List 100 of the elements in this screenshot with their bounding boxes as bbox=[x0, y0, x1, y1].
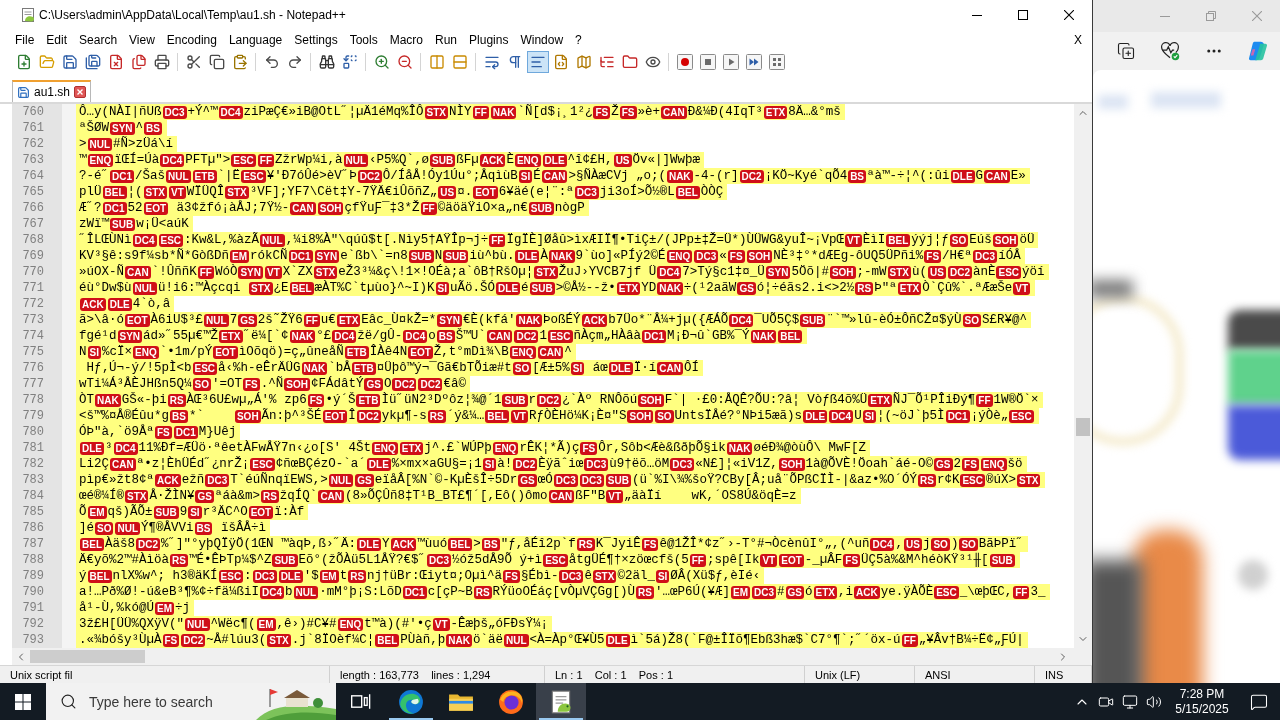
menu-item[interactable]: File bbox=[9, 30, 41, 50]
control-character: DC2 bbox=[136, 537, 161, 551]
control-character: SOH bbox=[746, 249, 773, 263]
control-character: NUL bbox=[204, 313, 229, 327]
code-text: é bbox=[521, 280, 529, 296]
line-number: 780 bbox=[22, 424, 44, 440]
taskbar-button[interactable] bbox=[536, 683, 586, 720]
search-box[interactable]: Type here to search bbox=[46, 683, 336, 720]
menu-item[interactable]: ? bbox=[569, 30, 588, 50]
control-character: NUL bbox=[293, 585, 319, 599]
control-character: GS bbox=[934, 457, 953, 471]
control-character: ACK bbox=[479, 153, 506, 167]
heart-pulse-icon[interactable] bbox=[1160, 41, 1180, 61]
control-character: ENQ bbox=[509, 345, 536, 359]
menu-item[interactable]: Plugins bbox=[463, 30, 515, 50]
line-number: 785 bbox=[22, 504, 44, 520]
control-character: NUL bbox=[132, 281, 158, 295]
code-text: eŽ3³¼&ç\!1×!OÉà;a`ôB†RšOµ¦ bbox=[338, 264, 534, 280]
control-character: ACK bbox=[854, 585, 880, 599]
line-number: 771 bbox=[22, 280, 44, 296]
close-document-button[interactable]: X bbox=[1070, 30, 1086, 50]
line-number: 792 bbox=[22, 616, 44, 632]
control-character: DC4 bbox=[218, 105, 243, 119]
code-text: ¯UÕ5Ç$ bbox=[754, 312, 800, 328]
line-number: 767 bbox=[22, 216, 44, 232]
menu-item[interactable]: Encoding bbox=[160, 30, 223, 50]
control-character: DC2 bbox=[514, 329, 539, 343]
monitor-icon[interactable] bbox=[1122, 693, 1138, 710]
horizontal-scrollbar[interactable] bbox=[12, 648, 1092, 665]
control-character: DC1 bbox=[642, 329, 667, 343]
control-character: NAK bbox=[490, 105, 517, 119]
control-character: ACK bbox=[155, 473, 181, 487]
control-character: DC1 bbox=[402, 585, 427, 599]
code-text: Ž,t°mDì¾\B bbox=[433, 344, 509, 360]
menu-item[interactable]: Tools bbox=[343, 30, 384, 50]
control-character: VT bbox=[760, 553, 778, 567]
code-text: +Ý^™ bbox=[187, 104, 218, 120]
control-character: EOT bbox=[322, 409, 348, 423]
control-character: FS bbox=[580, 441, 598, 455]
control-character: DC2 bbox=[392, 377, 417, 391]
volume-icon[interactable] bbox=[1146, 693, 1162, 710]
record-icon bbox=[676, 54, 693, 70]
control-character: EM bbox=[87, 505, 107, 519]
code-text: Ð&¼Ð(4IqT³ bbox=[687, 104, 763, 120]
control-character: EOT bbox=[143, 201, 169, 215]
control-character: SI bbox=[655, 569, 670, 583]
notification-icon[interactable] bbox=[1250, 692, 1268, 711]
menu-item[interactable]: Macro bbox=[383, 30, 429, 50]
code-text: Î bbox=[348, 408, 356, 424]
code-text: > bbox=[473, 536, 481, 552]
code-text: ó¦÷éãs2.i<>2½ bbox=[756, 280, 855, 296]
code-text: j^.£`WÚPþ bbox=[424, 440, 492, 456]
code-text: ZžrWp¼i,à bbox=[275, 152, 343, 168]
menu-item[interactable]: Window bbox=[514, 30, 570, 50]
control-character: DLE bbox=[542, 153, 567, 167]
code-text: .^Ñ bbox=[260, 376, 284, 392]
menu-item[interactable]: Edit bbox=[40, 30, 74, 50]
code-text: ¨`™»lû-èÓ±ÔñCŽ¤$ýÙ bbox=[826, 312, 962, 328]
clock[interactable]: 7:28 PM 5/15/2025 bbox=[1166, 683, 1238, 720]
code-text: zWï™ bbox=[79, 216, 109, 232]
control-character: NAK bbox=[301, 361, 328, 375]
control-character: SUB bbox=[605, 473, 631, 487]
toolbar-button[interactable] bbox=[526, 51, 549, 73]
menu-item[interactable]: View bbox=[123, 30, 161, 50]
control-character: BEL bbox=[102, 185, 127, 199]
code-text: öÜ bbox=[1019, 232, 1035, 248]
file-tab[interactable]: au1.sh bbox=[12, 80, 92, 102]
vertical-scrollbar[interactable] bbox=[1074, 104, 1092, 648]
control-character: FF bbox=[420, 201, 437, 215]
code-text: Y bbox=[382, 536, 390, 552]
control-character: DLE bbox=[950, 169, 975, 183]
close-icon[interactable] bbox=[74, 86, 87, 98]
control-character: DC4 bbox=[657, 265, 682, 279]
control-character: DC2 bbox=[947, 265, 972, 279]
menu-item[interactable]: Run bbox=[429, 30, 464, 50]
code-text: åtgÜÉ¶†×zöœcfš(5 bbox=[568, 552, 689, 568]
control-character: DC4 bbox=[132, 233, 157, 247]
code-text: > bbox=[79, 136, 87, 152]
control-character: DC3 bbox=[559, 569, 584, 583]
control-character: FS bbox=[843, 553, 861, 567]
menu-item[interactable]: Language bbox=[222, 30, 289, 50]
control-character: STX bbox=[125, 489, 149, 503]
control-character: DC2 bbox=[418, 377, 443, 391]
control-character: ESC bbox=[192, 361, 218, 375]
scissors-icon bbox=[185, 54, 202, 70]
code-text: <š™%¤Å®Éûu*g bbox=[79, 408, 169, 424]
menu-item[interactable]: Settings bbox=[288, 30, 344, 50]
scroll-thumb[interactable] bbox=[1076, 418, 1090, 436]
control-character: FS bbox=[727, 249, 745, 263]
add-tab-icon[interactable] bbox=[1117, 42, 1135, 60]
scroll-thumb[interactable] bbox=[30, 650, 145, 663]
control-character: BEL bbox=[778, 329, 803, 343]
code-text: «N£]¦«iV1Z, bbox=[695, 456, 778, 472]
code-text: ªáà&m> bbox=[214, 488, 260, 504]
code-text: UntsÏÅé?°NÞi5æã)s bbox=[674, 408, 803, 424]
code-file-icon bbox=[552, 54, 569, 70]
ribbon-logo-icon[interactable] bbox=[1247, 40, 1269, 62]
menu-item[interactable]: Search bbox=[73, 30, 124, 50]
control-character: SI bbox=[435, 281, 450, 295]
search-field[interactable]: Type here to search bbox=[89, 689, 256, 714]
